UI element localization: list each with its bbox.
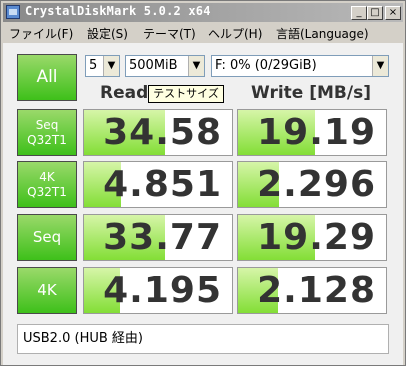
all-test-button[interactable]: All [17,54,77,101]
seq-q32t1-write-value: 19.19 [237,109,387,156]
test-size-value: 500MiB [129,58,178,73]
4k-q32t1-write-value: 2.296 [237,161,387,208]
menu-settings[interactable]: 設定(S) [87,25,128,42]
row-label-line1: 4K [37,281,57,299]
result-number: 19.29 [257,217,376,258]
4k-write-value: 2.128 [237,267,387,314]
seq-q32t1-read-value: 34.58 [83,109,233,156]
seq-button[interactable]: Seq [17,214,77,261]
4k-read-value: 4.195 [83,267,233,314]
row-label-line1: Seq [35,117,59,132]
app-window: CrystalDiskMark 5.0.2 x64 _ □ × ファイル(F) … [0,0,406,366]
minimize-button[interactable]: _ [351,6,367,20]
result-number: 33.77 [103,217,222,258]
result-number: 2.296 [257,164,376,205]
close-button[interactable]: × [385,6,401,20]
drive-value: F: 0% (0/29GiB) [215,58,317,73]
menu-bar: ファイル(F) 設定(S) テーマ(T) ヘルプ(H) 言語(Language) [3,22,403,42]
menu-language[interactable]: 言語(Language) [276,25,369,42]
row-label-line2: Q32T1 [27,132,67,147]
row-label-line1: 4K [39,169,55,184]
drive-select[interactable]: F: 0% (0/29GiB) ▼ [211,55,389,77]
row-label-line2: Q32T1 [27,184,67,199]
seq-q32t1-button[interactable]: Seq Q32T1 [17,109,77,156]
result-number: 4.851 [103,164,222,205]
result-number: 4.195 [103,270,222,311]
4k-q32t1-button[interactable]: 4K Q32T1 [17,161,77,208]
comment-field[interactable]: USB2.0 (HUB 経由) [17,324,389,354]
chevron-down-icon[interactable]: ▼ [372,56,388,76]
test-count-value: 5 [89,58,98,73]
write-header: Write [MB/s] [251,83,371,103]
read-header: Read [100,83,149,103]
result-number: 34.58 [103,112,222,153]
chevron-down-icon[interactable]: ▼ [103,56,119,76]
menu-help[interactable]: ヘルプ(H) [208,25,262,42]
seq-read-value: 33.77 [83,214,233,261]
title-bar[interactable]: CrystalDiskMark 5.0.2 x64 _ □ × [3,3,403,22]
seq-write-value: 19.29 [237,214,387,261]
app-icon [6,5,20,19]
4k-q32t1-read-value: 4.851 [83,161,233,208]
row-label-line1: Seq [32,228,62,246]
result-number: 19.19 [257,112,376,153]
menu-theme[interactable]: テーマ(T) [143,25,196,42]
maximize-button[interactable]: □ [367,6,383,20]
test-size-select[interactable]: 500MiB ▼ [125,55,205,77]
menu-file[interactable]: ファイル(F) [9,25,73,42]
test-size-tooltip: テストサイズ [148,85,224,103]
chevron-down-icon[interactable]: ▼ [188,56,204,76]
result-number: 2.128 [257,270,376,311]
window-title: CrystalDiskMark 5.0.2 x64 [25,4,211,18]
test-count-select[interactable]: 5 ▼ [85,55,120,77]
4k-button[interactable]: 4K [17,267,77,314]
